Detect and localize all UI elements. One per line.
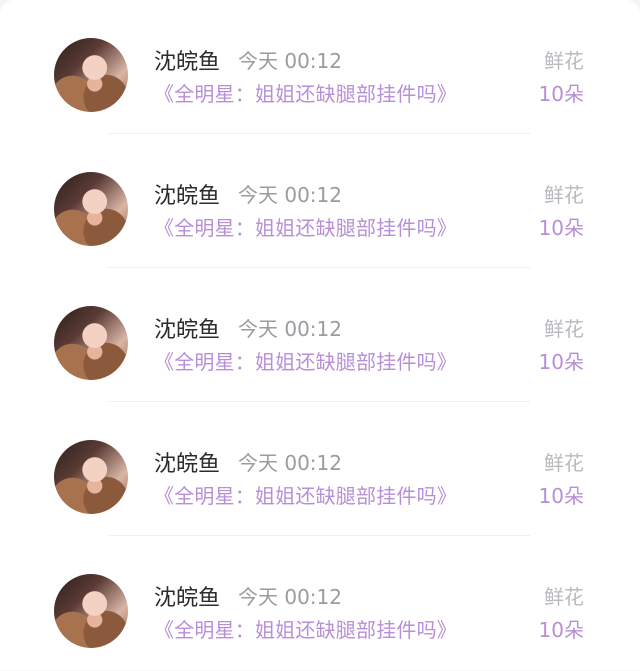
gift-count: 10朵 (538, 216, 584, 240)
user-name[interactable]: 沈皖鱼 (154, 44, 220, 76)
timestamp: 今天 00:12 (238, 317, 342, 341)
gift-type: 鲜花 (544, 585, 584, 609)
gift-type: 鲜花 (544, 49, 584, 73)
user-name[interactable]: 沈皖鱼 (154, 580, 220, 612)
gift-type: 鲜花 (544, 317, 584, 341)
list-item[interactable]: 沈皖鱼 今天 00:12 《全明星：姐姐还缺腿部挂件吗》 鲜花 10朵 (0, 268, 640, 402)
user-name[interactable]: 沈皖鱼 (154, 178, 220, 210)
list-item[interactable]: 沈皖鱼 今天 00:12 《全明星：姐姐还缺腿部挂件吗》 鲜花 10朵 (0, 134, 640, 268)
list-item[interactable]: 沈皖鱼 今天 00:12 《全明星：姐姐还缺腿部挂件吗》 鲜花 10朵 (0, 536, 640, 670)
user-name[interactable]: 沈皖鱼 (154, 446, 220, 478)
timestamp: 今天 00:12 (238, 585, 342, 609)
book-title-link[interactable]: 《全明星：姐姐还缺腿部挂件吗》 (154, 614, 457, 643)
timestamp: 今天 00:12 (238, 451, 342, 475)
user-name[interactable]: 沈皖鱼 (154, 312, 220, 344)
avatar[interactable] (54, 38, 128, 112)
timestamp: 今天 00:12 (238, 183, 342, 207)
avatar[interactable] (54, 306, 128, 380)
gift-count: 10朵 (538, 350, 584, 374)
gift-type: 鲜花 (544, 451, 584, 475)
avatar[interactable] (54, 574, 128, 648)
book-title-link[interactable]: 《全明星：姐姐还缺腿部挂件吗》 (154, 480, 457, 509)
avatar[interactable] (54, 440, 128, 514)
avatar[interactable] (54, 172, 128, 246)
list-item[interactable]: 沈皖鱼 今天 00:12 《全明星：姐姐还缺腿部挂件吗》 鲜花 10朵 (0, 402, 640, 536)
gift-count: 10朵 (538, 484, 584, 508)
gift-count: 10朵 (538, 82, 584, 106)
book-title-link[interactable]: 《全明星：姐姐还缺腿部挂件吗》 (154, 78, 457, 107)
list-item[interactable]: 沈皖鱼 今天 00:12 《全明星：姐姐还缺腿部挂件吗》 鲜花 10朵 (0, 0, 640, 134)
timestamp: 今天 00:12 (238, 49, 342, 73)
gift-type: 鲜花 (544, 183, 584, 207)
gift-count: 10朵 (538, 618, 584, 642)
book-title-link[interactable]: 《全明星：姐姐还缺腿部挂件吗》 (154, 346, 457, 375)
gift-record-list: 沈皖鱼 今天 00:12 《全明星：姐姐还缺腿部挂件吗》 鲜花 10朵 沈皖鱼 … (0, 0, 640, 671)
book-title-link[interactable]: 《全明星：姐姐还缺腿部挂件吗》 (154, 212, 457, 241)
